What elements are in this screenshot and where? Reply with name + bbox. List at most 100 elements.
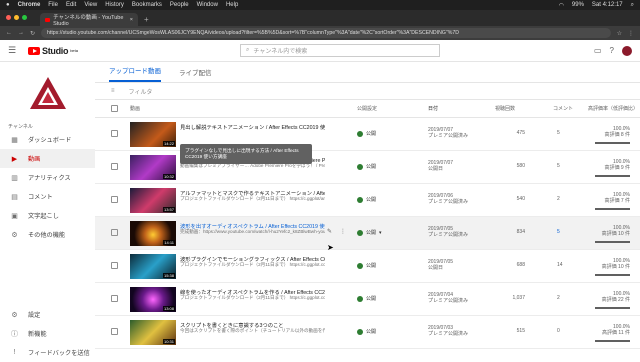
- sidebar-item-comments[interactable]: ▤ コメント: [0, 187, 95, 206]
- create-video-icon[interactable]: ▭: [594, 46, 602, 55]
- video-duration: 10:31: [162, 339, 175, 344]
- visibility-label: 公開: [366, 329, 377, 335]
- sidebar-item-subtitles[interactable]: ▣ 文字起こし: [0, 206, 95, 225]
- table-row[interactable]: 10:31 スクリプトを書くときに意識する3つのこと 今回はスクリプトを書く際のポイ…: [95, 316, 640, 349]
- address-bar[interactable]: https://studio.youtube.com/channel/UCSmg…: [41, 28, 611, 38]
- table-row[interactable]: 13:08 線を使ったオーディオスペクトラムを作る / After Effects…: [95, 283, 640, 316]
- browser-menu-icon[interactable]: ⋮: [628, 30, 634, 37]
- video-thumbnail[interactable]: 15:38: [130, 254, 176, 279]
- visibility-cell[interactable]: 公開: [357, 130, 376, 137]
- row-checkbox[interactable]: [111, 295, 118, 302]
- menu-edit[interactable]: Edit: [66, 2, 76, 8]
- video-duration: 15:38: [162, 273, 175, 278]
- video-duration: 14:11: [163, 240, 175, 245]
- publish-status: 公開日: [428, 166, 444, 172]
- forward-icon[interactable]: →: [18, 30, 24, 36]
- analytics-icon: ▥: [11, 174, 18, 182]
- back-icon[interactable]: ←: [6, 30, 12, 36]
- apple-icon[interactable]: ●: [6, 2, 10, 8]
- video-table: 14:22 見出し解説テキストアニメーション / After Effects CC…: [95, 118, 640, 349]
- options-icon[interactable]: ⋮: [340, 228, 346, 235]
- clock[interactable]: Sat 4:12:17: [592, 2, 623, 9]
- comments-count[interactable]: 5: [557, 229, 560, 235]
- visibility-cell[interactable]: 公開: [357, 262, 376, 269]
- tab-live[interactable]: ライブ配信: [179, 67, 212, 82]
- menu-file[interactable]: File: [48, 2, 58, 8]
- chevron-down-icon[interactable]: ▾: [379, 230, 382, 236]
- search-input[interactable]: ⌕ チャンネル内で検索: [240, 44, 440, 57]
- studio-logo[interactable]: Studio beta: [28, 46, 78, 56]
- table-row[interactable]: 14:11 波形を出すオーディオスペクトラム / After Effects CC…: [95, 217, 640, 250]
- column-date[interactable]: 日付: [428, 105, 438, 112]
- video-thumbnail[interactable]: 10:32: [130, 155, 176, 180]
- video-description: 完成動画：https://www.youtube.com/watch/l-hu2…: [180, 229, 325, 234]
- select-all-checkbox[interactable]: [111, 105, 118, 112]
- table-row[interactable]: 14:22 見出し解説テキストアニメーション / After Effects CC…: [95, 118, 640, 151]
- row-checkbox[interactable]: [111, 328, 118, 335]
- studio-header: ☰ Studio beta ⌕ チャンネル内で検索 ▭ ?: [0, 40, 640, 62]
- sidebar-item-feedback[interactable]: ! フィードバックを送信: [0, 343, 95, 362]
- maximize-window-button[interactable]: [22, 15, 27, 20]
- sidebar-item-videos[interactable]: ▶ 動画: [0, 149, 95, 168]
- sidebar-item-settings[interactable]: ⚙ 設定: [0, 305, 95, 324]
- menu-window[interactable]: Window: [197, 2, 218, 8]
- search-icon[interactable]: ⌕: [631, 2, 634, 9]
- visibility-cell[interactable]: 公開: [357, 328, 376, 335]
- row-checkbox[interactable]: [111, 196, 118, 203]
- comments-count: 2: [557, 196, 560, 202]
- close-window-button[interactable]: [6, 15, 11, 20]
- views-count: 475: [516, 130, 525, 136]
- video-thumbnail[interactable]: 13:57: [130, 188, 176, 213]
- channel-avatar[interactable]: [26, 73, 70, 117]
- sidebar-item-analytics[interactable]: ▥ アナリティクス: [0, 168, 95, 187]
- menu-bookmarks[interactable]: Bookmarks: [132, 2, 162, 8]
- visibility-cell[interactable]: 公開: [357, 196, 376, 203]
- likes-cell: 100.0% 高評価 10 件: [595, 225, 630, 237]
- filter-bar[interactable]: ≡ フィルタ: [95, 83, 640, 100]
- minimize-window-button[interactable]: [14, 15, 19, 20]
- table-row[interactable]: 10:32Premiere Proの音声をAdobe Auditionで補正する…: [95, 151, 640, 184]
- date-cell: 2019/07/04 プレミア公開済み: [428, 292, 468, 304]
- details-icon[interactable]: ✎: [327, 228, 332, 235]
- sidebar-item-whats-new[interactable]: ⓘ 新機能: [0, 324, 95, 343]
- row-checkbox[interactable]: [111, 130, 118, 137]
- visibility-label: 公開: [366, 131, 377, 137]
- wifi-icon[interactable]: ◠: [559, 2, 564, 9]
- visibility-cell[interactable]: 公開 ▾: [357, 229, 382, 236]
- video-thumbnail[interactable]: 14:22: [130, 122, 176, 147]
- row-checkbox[interactable]: [111, 262, 118, 269]
- menu-history[interactable]: History: [105, 2, 124, 8]
- menu-view[interactable]: View: [84, 2, 97, 8]
- new-tab-button[interactable]: +: [144, 15, 149, 24]
- window-controls: [6, 15, 27, 20]
- hamburger-menu-icon[interactable]: ☰: [8, 45, 22, 56]
- tab-uploads[interactable]: アップロード動画: [109, 65, 161, 82]
- help-icon[interactable]: ?: [610, 46, 614, 55]
- row-checkbox[interactable]: [111, 163, 118, 170]
- visibility-cell[interactable]: 公開: [357, 163, 376, 170]
- video-thumbnail[interactable]: 10:31: [130, 320, 176, 345]
- video-title[interactable]: 見出し解説テキストアニメーション / After Effects CC2019 …: [180, 123, 325, 131]
- browser-toolbar: ← → ↻ https://studio.youtube.com/channel…: [0, 26, 640, 40]
- video-thumbnail[interactable]: 13:08: [130, 287, 176, 312]
- app-name[interactable]: Chrome: [18, 2, 41, 8]
- browser-tab[interactable]: チャンネルの動画 - YouTube Studio ×: [40, 13, 138, 27]
- likes-cell: 100.0% 高評価 7 件: [595, 192, 630, 204]
- sidebar-item-other-features[interactable]: ⚙ その他の機能: [0, 225, 95, 244]
- menu-help[interactable]: Help: [226, 2, 238, 8]
- table-row[interactable]: 13:57アルファマットとマスクで作るテキストアニメーション / After E…: [95, 184, 640, 217]
- video-thumbnail[interactable]: 14:11: [130, 221, 176, 246]
- publish-status: 公開日: [428, 265, 444, 271]
- battery-percent[interactable]: 99%: [572, 2, 584, 9]
- bookmark-star-icon[interactable]: ☆: [617, 30, 622, 37]
- account-avatar[interactable]: [622, 45, 632, 56]
- row-checkbox[interactable]: [111, 229, 118, 236]
- reload-icon[interactable]: ↻: [30, 30, 35, 37]
- table-row[interactable]: 15:38 波形プラグインでモーショングラフィックス / After Effect…: [95, 250, 640, 283]
- sidebar-item-dashboard[interactable]: ▦ ダッシュボード: [0, 130, 95, 149]
- visibility-cell[interactable]: 公開: [357, 295, 376, 302]
- info-icon: ⓘ: [11, 330, 18, 338]
- menu-people[interactable]: People: [170, 2, 189, 8]
- gear-icon: ⚙: [11, 311, 18, 319]
- close-tab-icon[interactable]: ×: [130, 17, 133, 23]
